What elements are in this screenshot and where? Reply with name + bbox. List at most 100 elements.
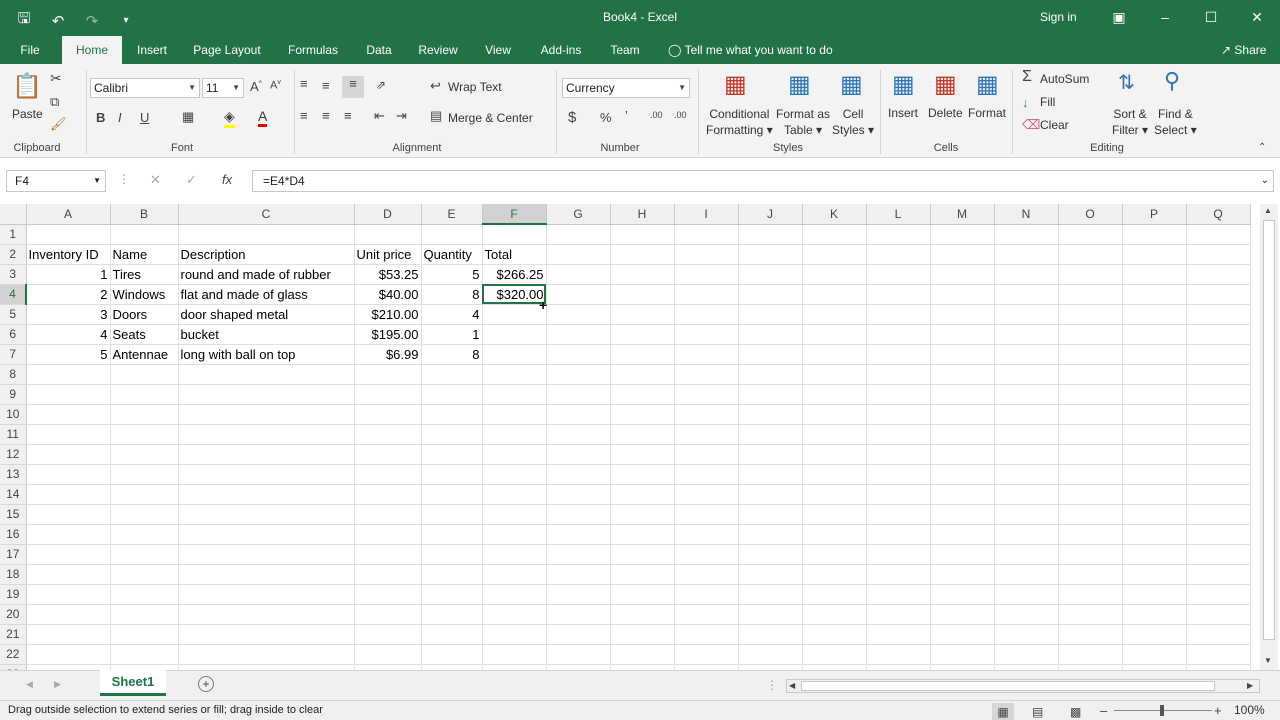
cell-d13[interactable] [354,464,422,485]
cell-q12[interactable] [1186,444,1251,465]
cell-c9[interactable] [178,384,355,405]
cell-h9[interactable] [610,384,675,405]
tab-data[interactable]: Data [360,36,398,64]
insert-function-icon[interactable]: fx [222,172,232,187]
cell-e11[interactable] [421,424,483,445]
column-header-h[interactable]: H [610,204,675,225]
cell-e10[interactable] [421,404,483,425]
cell-m10[interactable] [930,404,995,425]
cell-n7[interactable] [994,344,1059,365]
cell-i7[interactable] [674,344,739,365]
cell-k13[interactable] [802,464,867,485]
format-as-table-icon[interactable]: ▦ [788,70,811,99]
page-layout-view-icon[interactable]: ▤ [1032,703,1043,720]
cell-q16[interactable] [1186,524,1251,545]
accounting-format-icon[interactable]: $ [568,109,576,126]
cell-o2[interactable] [1058,244,1123,265]
cell-c14[interactable] [178,484,355,505]
cell-p19[interactable] [1122,584,1187,605]
close-icon[interactable]: ✕ [1242,6,1272,28]
cell-a8[interactable] [26,364,111,385]
cell-c18[interactable] [178,564,355,585]
increase-decimal-icon[interactable]: .00 [650,110,663,120]
cell-h22[interactable] [610,644,675,665]
cell-n14[interactable] [994,484,1059,505]
enter-icon[interactable]: ✓ [186,172,197,188]
cell-d21[interactable] [354,624,422,645]
cell-q21[interactable] [1186,624,1251,645]
row-header-7[interactable]: 7 [0,344,27,365]
cell-e7[interactable]: 8 [421,344,483,365]
cell-n6[interactable] [994,324,1059,345]
cell-i1[interactable] [674,224,739,245]
cell-l3[interactable] [866,264,931,285]
tab-view[interactable]: View [478,36,518,64]
cell-l10[interactable] [866,404,931,425]
cell-f11[interactable] [482,424,547,445]
cell-n18[interactable] [994,564,1059,585]
cell-a17[interactable] [26,544,111,565]
cell-l11[interactable] [866,424,931,445]
cell-j6[interactable] [738,324,803,345]
cell-q4[interactable] [1186,284,1251,305]
row-header-5[interactable]: 5 [0,304,27,325]
cell-e17[interactable] [421,544,483,565]
cell-q9[interactable] [1186,384,1251,405]
cell-d14[interactable] [354,484,422,505]
cell-j3[interactable] [738,264,803,285]
cell-g22[interactable] [546,644,611,665]
cell-a7[interactable]: 5 [26,344,111,365]
cell-n9[interactable] [994,384,1059,405]
cell-k9[interactable] [802,384,867,405]
autosum-icon[interactable]: Σ [1022,68,1032,86]
row-header-21[interactable]: 21 [0,624,27,645]
cell-b18[interactable] [110,564,179,585]
scroll-left-icon[interactable]: ◀ [789,681,795,690]
cell-j18[interactable] [738,564,803,585]
cell-k22[interactable] [802,644,867,665]
cell-q20[interactable] [1186,604,1251,625]
cell-i19[interactable] [674,584,739,605]
cell-i9[interactable] [674,384,739,405]
cell-c11[interactable] [178,424,355,445]
cell-l2[interactable] [866,244,931,265]
cell-a4[interactable]: 2 [26,284,111,305]
cell-o12[interactable] [1058,444,1123,465]
align-left-icon[interactable]: ≡ [300,108,308,123]
cell-j11[interactable] [738,424,803,445]
cell-o22[interactable] [1058,644,1123,665]
cell-c4[interactable]: flat and made of glass [178,284,355,305]
cell-styles-button[interactable]: Cell Styles ▾ [832,106,874,138]
cell-g1[interactable] [546,224,611,245]
autosum-button[interactable]: AutoSum [1040,72,1089,86]
cell-m12[interactable] [930,444,995,465]
cell-c12[interactable] [178,444,355,465]
cell-i2[interactable] [674,244,739,265]
save-icon[interactable]: 🖫 [14,8,34,33]
cell-h19[interactable] [610,584,675,605]
cell-l5[interactable] [866,304,931,325]
tell-me-search[interactable]: ◯ Tell me what you want to do [668,36,833,64]
cell-h1[interactable] [610,224,675,245]
format-as-table-button[interactable]: Format as Table ▾ [776,106,830,138]
cell-m3[interactable] [930,264,995,285]
cell-n10[interactable] [994,404,1059,425]
cell-k4[interactable] [802,284,867,305]
cell-o6[interactable] [1058,324,1123,345]
cell-o20[interactable] [1058,604,1123,625]
cell-l8[interactable] [866,364,931,385]
cell-f5[interactable] [482,304,547,325]
row-header-8[interactable]: 8 [0,364,27,385]
cell-b22[interactable] [110,644,179,665]
cell-k1[interactable] [802,224,867,245]
cell-p8[interactable] [1122,364,1187,385]
cell-q3[interactable] [1186,264,1251,285]
cell-o14[interactable] [1058,484,1123,505]
cell-f9[interactable] [482,384,547,405]
cell-b19[interactable] [110,584,179,605]
font-color-icon[interactable]: A [258,108,268,127]
cell-n11[interactable] [994,424,1059,445]
row-header-1[interactable]: 1 [0,224,27,245]
cell-b4[interactable]: Windows [110,284,179,305]
cell-q14[interactable] [1186,484,1251,505]
